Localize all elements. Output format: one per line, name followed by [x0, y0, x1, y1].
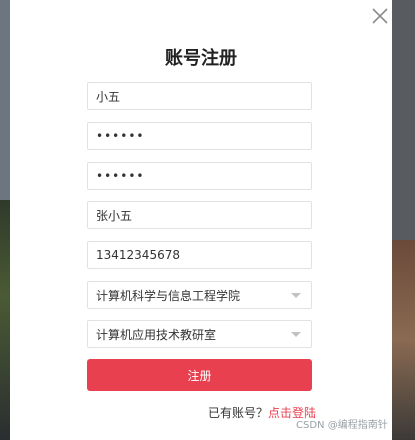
chevron-down-icon	[291, 292, 301, 298]
department-select-value: 计算机应用技术教研室	[96, 327, 217, 342]
watermark: CSDN @编程指南针	[296, 420, 388, 431]
college-select[interactable]: 计算机科学与信息工程学院	[87, 281, 312, 309]
register-button[interactable]: 注册	[87, 359, 312, 391]
modal-title: 账号注册	[165, 48, 237, 69]
real-name-input[interactable]	[87, 201, 312, 229]
confirm-password-input[interactable]	[87, 162, 312, 190]
department-select[interactable]: 计算机应用技术教研室	[87, 320, 312, 348]
background-right-bottom	[392, 240, 415, 440]
chevron-down-icon	[291, 331, 301, 337]
close-button[interactable]	[370, 6, 390, 26]
password-input[interactable]	[87, 122, 312, 150]
login-prompt-text: 已有账号？	[208, 406, 269, 420]
background-right-top	[392, 0, 415, 240]
background-left-bottom	[0, 200, 10, 440]
background-left-top	[0, 0, 10, 200]
phone-input[interactable]	[87, 241, 312, 269]
register-modal: 账号注册 计算机科学与信息工程学院 计算机应用技术教研室 注册 已有账号？点击登…	[10, 0, 392, 440]
username-input[interactable]	[87, 82, 312, 110]
college-select-value: 计算机科学与信息工程学院	[96, 288, 241, 303]
close-icon	[370, 6, 390, 26]
